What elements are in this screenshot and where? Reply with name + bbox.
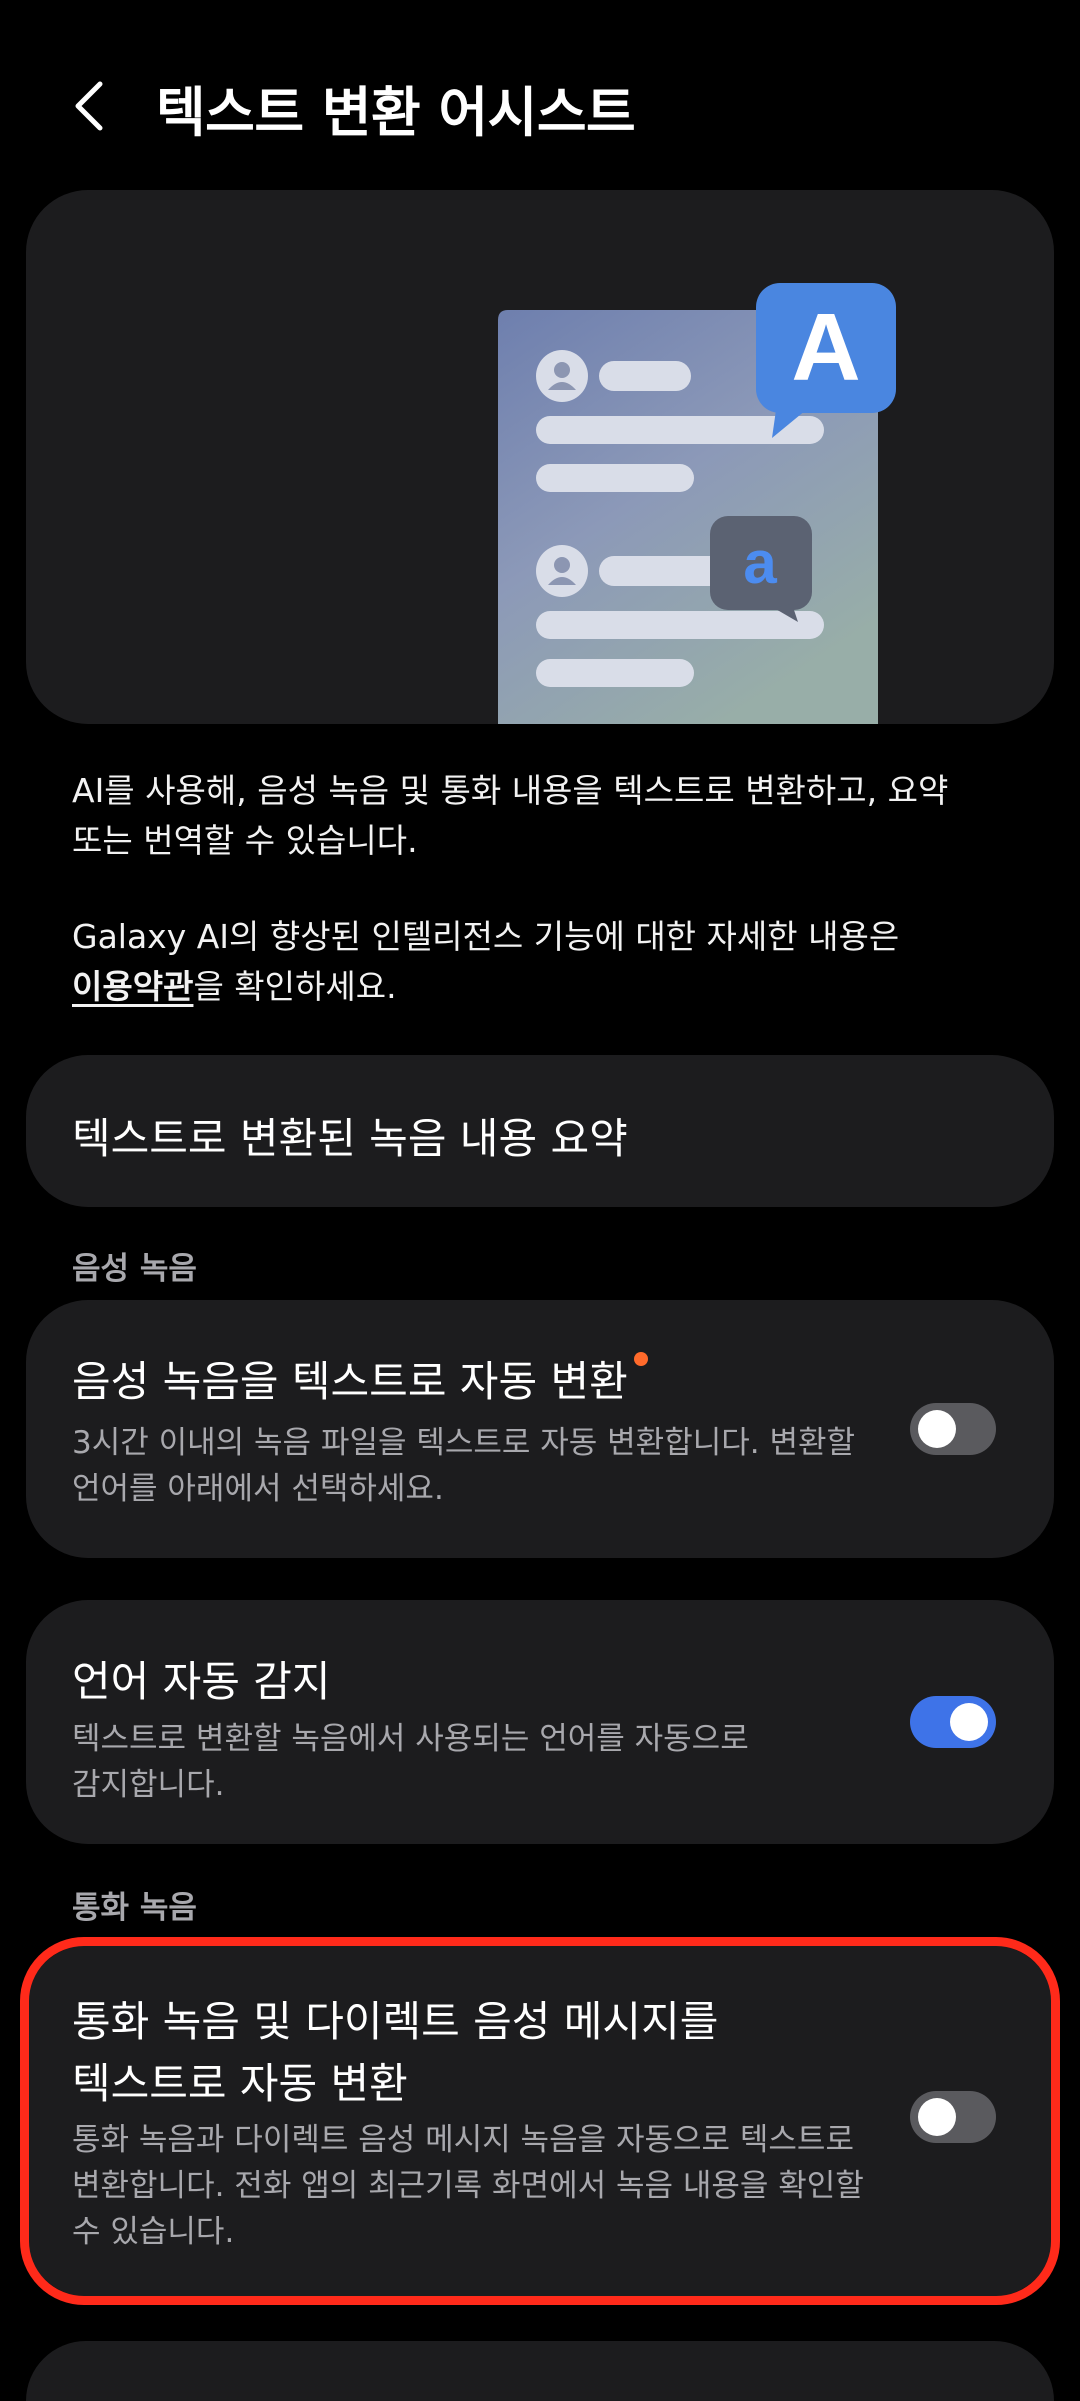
call-auto-transcribe-subtitle: 통화 녹음과 다이렉트 음성 메시지 녹음을 자동으로 텍스트로 변환합니다. … <box>72 2117 902 2255</box>
call-auto-transcribe-subtitle-line-3: 수 있습니다. <box>72 2214 235 2250</box>
call-auto-transcribe-subtitle-line-2: 변환합니다. 전화 앱의 최근기록 화면에서 녹음 내용을 확인할 <box>72 2168 864 2204</box>
voice-auto-transcribe-item[interactable]: 음성 녹음을 텍스트로 자동 변환 3시간 이내의 녹음 파일을 텍스트로 자동… <box>26 1300 1054 1558</box>
voice-auto-transcribe-toggle[interactable] <box>910 1403 996 1455</box>
waveform-icon: a A <box>169 283 896 724</box>
call-auto-transcribe-subtitle-line-1: 통화 녹음과 다이렉트 음성 메시지 녹음을 자동으로 텍스트로 <box>72 2122 854 2158</box>
toggle-knob <box>918 2098 956 2136</box>
svg-text:A: A <box>791 294 860 401</box>
language-detect-title: 언어 자동 감지 <box>72 1657 331 1706</box>
section-header-voice-recording: 음성 녹음 <box>72 1251 197 1287</box>
intro-line-2: 또는 번역할 수 있습니다. <box>72 821 418 860</box>
chevron-left-icon <box>75 81 103 131</box>
back-button[interactable] <box>60 66 120 146</box>
voice-auto-transcribe-subtitle-line-2: 언어를 아래에서 선택하세요. <box>72 1471 444 1507</box>
voice-auto-transcribe-subtitle: 3시간 이내의 녹음 파일을 텍스트로 자동 변환합니다. 변환할 언어를 아래… <box>72 1420 902 1512</box>
intro-line-1: AI를 사용해, 음성 녹음 및 통화 내용을 텍스트로 변환하고, 요약 <box>72 771 949 810</box>
person-icon <box>536 350 588 402</box>
toggle-knob <box>918 1410 956 1448</box>
toggle-knob <box>950 1703 988 1741</box>
terms-line-2: 이용약관을 확인하세요. <box>72 962 1032 1012</box>
intro-description: AI를 사용해, 음성 녹음 및 통화 내용을 텍스트로 변환하고, 요약 또는… <box>72 766 1032 866</box>
terms-link[interactable]: 이용약관 <box>72 967 193 1006</box>
terms-line-2-rest: 을 확인하세요. <box>193 967 397 1006</box>
voice-auto-transcribe-title-text: 음성 녹음을 텍스트로 자동 변환 <box>72 1357 628 1406</box>
page-title: 텍스트 변환 어시스트 <box>156 81 636 144</box>
translate-bubble-icon: a <box>710 516 812 622</box>
next-settings-item[interactable] <box>26 2341 1054 2401</box>
call-auto-transcribe-title-line-1: 통화 녹음 및 다이렉트 음성 메시지를 <box>72 1997 719 2046</box>
hero-illustration: a A <box>26 190 1054 724</box>
call-auto-transcribe-item[interactable]: 통화 녹음 및 다이렉트 음성 메시지를 텍스트로 자동 변환 통화 녹음과 다… <box>26 1945 1054 2297</box>
summary-settings-item[interactable]: 텍스트로 변환된 녹음 내용 요약 <box>26 1055 1054 1207</box>
call-auto-transcribe-title: 통화 녹음 및 다이렉트 음성 메시지를 텍스트로 자동 변환 <box>72 1991 718 2115</box>
voice-auto-transcribe-title: 음성 녹음을 텍스트로 자동 변환 <box>72 1348 648 1409</box>
language-detect-subtitle-line-2: 감지합니다. <box>72 1767 225 1803</box>
terms-line-1: Galaxy AI의 향상된 인텔리전스 기능에 대한 자세한 내용은 <box>72 917 900 956</box>
svg-text:a: a <box>743 529 777 596</box>
language-detect-subtitle: 텍스트로 변환할 녹음에서 사용되는 언어를 자동으로 감지합니다. <box>72 1716 902 1808</box>
summary-title: 텍스트로 변환된 녹음 내용 요약 <box>72 1114 628 1163</box>
call-auto-transcribe-title-line-2: 텍스트로 자동 변환 <box>72 2059 408 2108</box>
language-detect-subtitle-line-1: 텍스트로 변환할 녹음에서 사용되는 언어를 자동으로 <box>72 1721 749 1757</box>
language-detect-item[interactable]: 언어 자동 감지 텍스트로 변환할 녹음에서 사용되는 언어를 자동으로 감지합… <box>26 1600 1054 1844</box>
new-badge-dot <box>633 1352 648 1366</box>
app-bar: 텍스트 변환 어시스트 <box>0 0 1080 190</box>
language-detect-toggle[interactable] <box>910 1696 996 1748</box>
voice-auto-transcribe-subtitle-line-1: 3시간 이내의 녹음 파일을 텍스트로 자동 변환합니다. 변환할 <box>72 1425 856 1461</box>
section-header-call-recording: 통화 녹음 <box>72 1890 197 1926</box>
call-auto-transcribe-toggle[interactable] <box>910 2091 996 2143</box>
terms-description: Galaxy AI의 향상된 인텔리전스 기능에 대한 자세한 내용은 이용약관… <box>72 912 1032 1012</box>
